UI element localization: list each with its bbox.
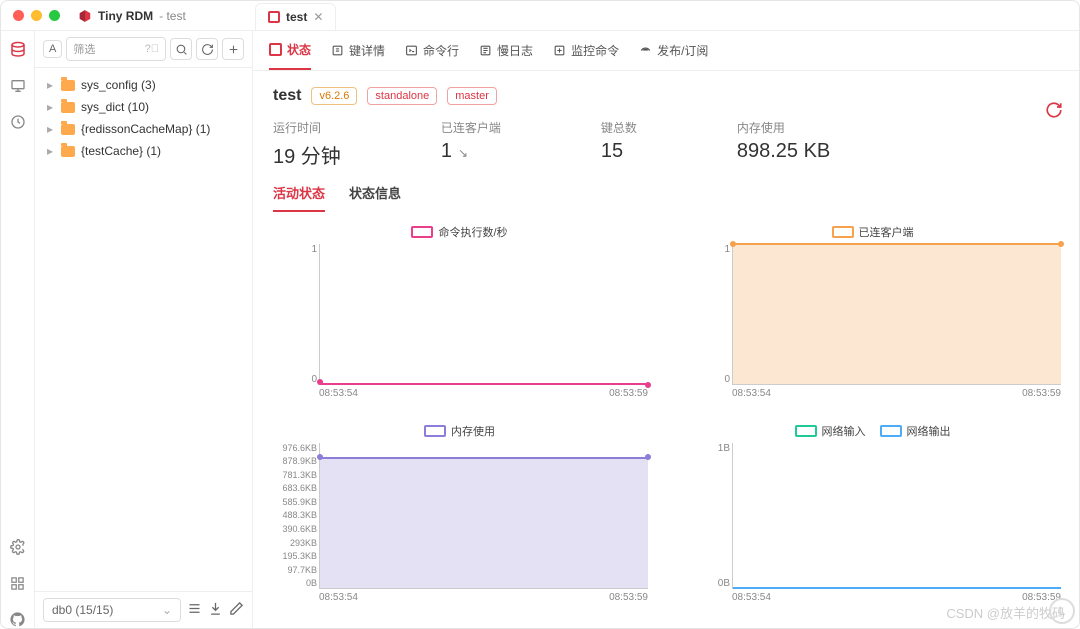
stats-row: 运行时间 19 分钟 已连客户端 1↘ 键总数 15 内存使用 898.25 KB	[253, 105, 1079, 179]
import-icon[interactable]	[208, 601, 223, 619]
activity-bar	[1, 31, 35, 628]
charts-grid: 命令执行数/秒 10 08:53:5408:53:59 已连客户端	[253, 212, 1079, 628]
conn-name: test	[273, 87, 301, 105]
tab-monitor[interactable]: 监控命令	[553, 41, 619, 70]
tab-keyinfo[interactable]: 键详情	[331, 41, 385, 70]
subtab-info[interactable]: 状态信息	[349, 183, 401, 212]
badge-mode: standalone	[367, 87, 437, 105]
folder-icon	[61, 146, 75, 157]
main-content: 状态 键详情 命令行 慢日志 监控命令 发布/订阅 test v6.2.6 st…	[253, 31, 1079, 628]
search-input[interactable]: 筛选 ?⃝	[66, 37, 166, 61]
status-icon	[269, 43, 282, 56]
db-selector[interactable]: db0 (15/15)⌄	[43, 598, 181, 622]
stat-uptime: 19 分钟	[273, 140, 341, 169]
badge-version: v6.2.6	[311, 87, 357, 105]
key-tree: ▸sys_config (3) ▸sys_dict (10) ▸{redisso…	[35, 68, 252, 591]
titlebar: Tiny RDM - test test ✕	[1, 1, 1079, 31]
stat-label: 内存使用	[737, 119, 830, 136]
stat-label: 键总数	[601, 119, 637, 136]
tab-pubsub[interactable]: 发布/订阅	[639, 41, 708, 70]
chart-memory: 内存使用 976.6KB878.9KB781.3KB683.6KB585.9KB…	[271, 423, 648, 603]
folder-icon	[61, 80, 75, 91]
stat-label: 运行时间	[273, 119, 341, 136]
nav-history-icon[interactable]	[9, 113, 27, 131]
nav-settings-icon[interactable]	[9, 538, 27, 556]
content-tabs: 状态 键详情 命令行 慢日志 监控命令 发布/订阅	[253, 31, 1079, 71]
nav-server-icon[interactable]	[9, 41, 27, 59]
badge-role: master	[447, 87, 497, 105]
tab-cli[interactable]: 命令行	[405, 41, 459, 70]
tree-item[interactable]: ▸{redissonCacheMap} (1)	[35, 118, 252, 140]
app-title: Tiny RDM	[98, 9, 153, 23]
tab-bar: test ✕	[255, 0, 336, 30]
app-icon	[78, 9, 92, 23]
nav-github-icon[interactable]	[9, 610, 27, 628]
traffic-close[interactable]	[13, 10, 24, 21]
chart-clients: 已连客户端 10 08:53:5408:53:59	[684, 224, 1061, 399]
chart-network: 网络输入 网络输出 1B0B 08:53:5408:53:59	[684, 423, 1061, 603]
search-mode-button[interactable]: A	[43, 40, 62, 58]
refresh-button[interactable]	[196, 38, 218, 60]
folder-icon	[61, 102, 75, 113]
stat-clients: 1↘	[441, 140, 501, 163]
subtab-activity[interactable]: 活动状态	[273, 183, 325, 212]
app-subtitle: - test	[159, 9, 186, 23]
stat-memory: 898.25 KB	[737, 140, 830, 163]
db-icon	[268, 11, 280, 23]
add-button[interactable]	[222, 38, 244, 60]
expand-icon[interactable]	[187, 601, 202, 619]
edit-icon[interactable]	[229, 601, 244, 619]
tab-test[interactable]: test ✕	[255, 3, 336, 30]
tab-close-icon[interactable]: ✕	[313, 10, 323, 24]
tab-label: test	[286, 10, 307, 24]
folder-icon	[61, 124, 75, 135]
traffic-min[interactable]	[31, 10, 42, 21]
tab-status[interactable]: 状态	[269, 41, 311, 70]
trend-down-icon: ↘	[458, 146, 468, 160]
tree-item[interactable]: ▸sys_config (3)	[35, 74, 252, 96]
tree-item[interactable]: ▸sys_dict (10)	[35, 96, 252, 118]
nav-grid-icon[interactable]	[9, 574, 27, 592]
stat-keys: 15	[601, 140, 637, 163]
status-subtabs: 活动状态 状态信息	[253, 179, 1079, 212]
search-button[interactable]	[170, 38, 192, 60]
tab-slowlog[interactable]: 慢日志	[479, 41, 533, 70]
stat-label: 已连客户端	[441, 119, 501, 136]
chart-ops: 命令执行数/秒 10 08:53:5408:53:59	[271, 224, 648, 399]
traffic-max[interactable]	[49, 10, 60, 21]
sidebar: A 筛选 ?⃝ ▸sys_config (3) ▸sys_dict (10) ▸…	[35, 31, 253, 628]
tree-item[interactable]: ▸{testCache} (1)	[35, 140, 252, 162]
refresh-icon[interactable]	[1045, 101, 1063, 122]
nav-monitor-icon[interactable]	[9, 77, 27, 95]
help-icon[interactable]: ?⃝	[145, 43, 159, 55]
